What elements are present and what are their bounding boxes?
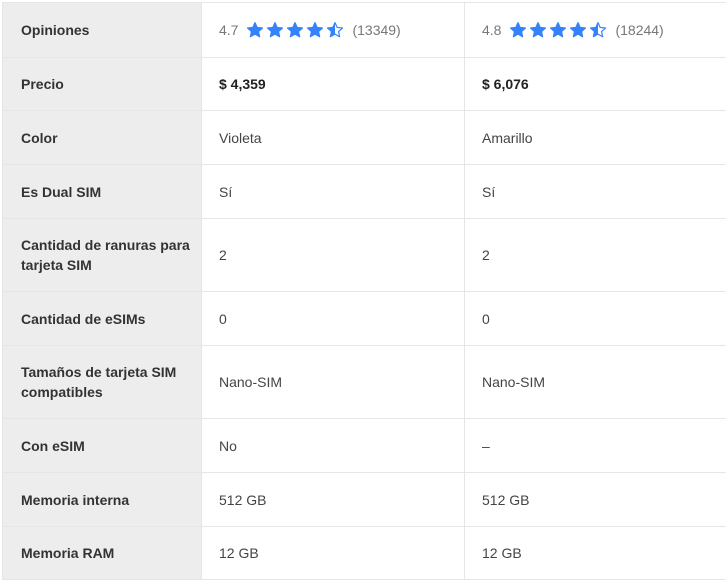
row-label: Precio bbox=[3, 58, 202, 111]
rating-stars bbox=[246, 21, 346, 39]
price-value: $ 4,359 bbox=[202, 58, 465, 111]
cell-value: 2 bbox=[202, 219, 465, 292]
cell-value: 512 GB bbox=[202, 473, 465, 527]
rating-score: 4.8 bbox=[482, 20, 501, 40]
star-full-icon bbox=[306, 21, 324, 39]
row-label: Color bbox=[3, 111, 202, 165]
star-half-icon bbox=[589, 21, 607, 39]
cell-value: 0 bbox=[202, 292, 465, 346]
table-row-dual-sim: Es Dual SIM Sí Sí bbox=[3, 165, 726, 219]
rating[interactable]: 4.8 (18244) bbox=[482, 20, 726, 40]
cell-value: No bbox=[202, 419, 465, 473]
row-label: Cantidad de eSIMs bbox=[3, 292, 202, 346]
table-row-sim-sizes: Tamaños de tarjeta SIM compatibles Nano-… bbox=[3, 346, 726, 419]
rating-cell: 4.7 (13349) bbox=[202, 3, 465, 58]
table-row-color: Color Violeta Amarillo bbox=[3, 111, 726, 165]
cell-value: Violeta bbox=[202, 111, 465, 165]
star-full-icon bbox=[549, 21, 567, 39]
row-label: Memoria RAM bbox=[3, 527, 202, 580]
rating-score: 4.7 bbox=[219, 20, 238, 40]
star-full-icon bbox=[569, 21, 587, 39]
cell-value: 0 bbox=[465, 292, 726, 346]
table-row-con-esim: Con eSIM No – bbox=[3, 419, 726, 473]
table-row-internal-memory: Memoria interna 512 GB 512 GB bbox=[3, 473, 726, 527]
cell-value: Nano-SIM bbox=[202, 346, 465, 419]
table-row-esim-count: Cantidad de eSIMs 0 0 bbox=[3, 292, 726, 346]
review-count: (18244) bbox=[615, 20, 663, 40]
cell-value: 512 GB bbox=[465, 473, 726, 527]
row-label: Memoria interna bbox=[3, 473, 202, 527]
star-full-icon bbox=[286, 21, 304, 39]
star-full-icon bbox=[246, 21, 264, 39]
cell-value: Nano-SIM bbox=[465, 346, 726, 419]
star-full-icon bbox=[509, 21, 527, 39]
cell-value: 12 GB bbox=[465, 527, 726, 580]
row-label: Tamaños de tarjeta SIM compatibles bbox=[3, 346, 202, 419]
table-row-opiniones: Opiniones 4.7 (13349) 4.8 (18244) bbox=[3, 3, 726, 58]
price-value: $ 6,076 bbox=[465, 58, 726, 111]
table-row-precio: Precio $ 4,359 $ 6,076 bbox=[3, 58, 726, 111]
row-label: Con eSIM bbox=[3, 419, 202, 473]
comparison-table: Opiniones 4.7 (13349) 4.8 (18244) Precio… bbox=[2, 2, 726, 580]
star-full-icon bbox=[266, 21, 284, 39]
review-count: (13349) bbox=[352, 20, 400, 40]
rating[interactable]: 4.7 (13349) bbox=[219, 20, 464, 40]
table-row-sim-slots: Cantidad de ranuras para tarjeta SIM 2 2 bbox=[3, 219, 726, 292]
rating-stars bbox=[509, 21, 609, 39]
cell-value: Amarillo bbox=[465, 111, 726, 165]
star-half-icon bbox=[326, 21, 344, 39]
cell-value: Sí bbox=[465, 165, 726, 219]
star-full-icon bbox=[529, 21, 547, 39]
cell-value: – bbox=[465, 419, 726, 473]
cell-value: Sí bbox=[202, 165, 465, 219]
table-row-ram: Memoria RAM 12 GB 12 GB bbox=[3, 527, 726, 580]
row-label: Opiniones bbox=[3, 3, 202, 58]
cell-value: 2 bbox=[465, 219, 726, 292]
row-label: Es Dual SIM bbox=[3, 165, 202, 219]
rating-cell: 4.8 (18244) bbox=[465, 3, 726, 58]
row-label: Cantidad de ranuras para tarjeta SIM bbox=[3, 219, 202, 292]
cell-value: 12 GB bbox=[202, 527, 465, 580]
